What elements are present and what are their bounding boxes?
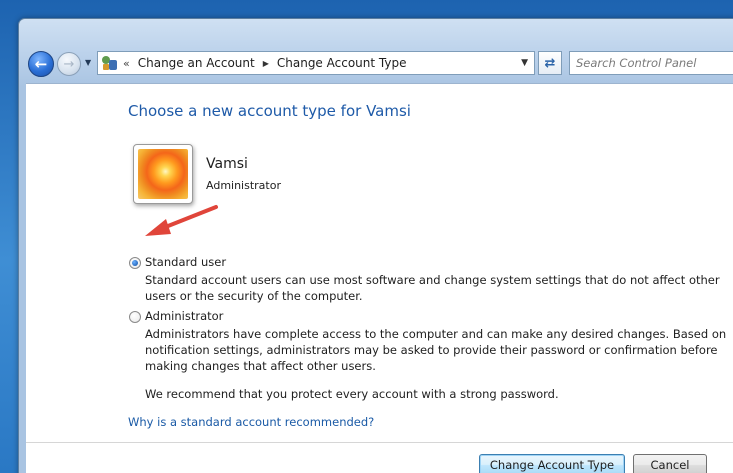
standard-user-radio[interactable] xyxy=(129,257,141,269)
search-box[interactable] xyxy=(569,51,733,75)
breadcrumb-separator-icon[interactable]: ▶ xyxy=(263,59,269,68)
change-account-type-button[interactable]: Change Account Type xyxy=(479,454,625,473)
recent-pages-dropdown-icon[interactable]: ▼ xyxy=(85,58,95,68)
navigation-bar: ← → ▼ « Change an Account ▶ Change Accou… xyxy=(19,47,733,79)
control-panel-icon xyxy=(101,54,119,72)
administrator-radio[interactable] xyxy=(129,311,141,323)
user-account-type: Administrator xyxy=(206,179,281,192)
address-dropdown-icon[interactable]: ▼ xyxy=(521,58,528,68)
standard-user-description: Standard account users can use most soft… xyxy=(145,273,720,303)
control-panel-window: ← → ▼ « Change an Account ▶ Change Accou… xyxy=(18,18,733,473)
administrator-description: Administrators have complete access to t… xyxy=(145,327,727,373)
administrator-label[interactable]: Administrator xyxy=(145,309,223,323)
address-bar[interactable]: « Change an Account ▶ Change Account Typ… xyxy=(97,51,535,75)
user-picture-frame xyxy=(133,144,193,204)
button-divider xyxy=(26,442,733,443)
standard-user-label[interactable]: Standard user xyxy=(145,255,226,269)
password-recommendation: We recommend that you protect every acco… xyxy=(145,387,559,401)
breadcrumb-change-account-type[interactable]: Change Account Type xyxy=(277,56,407,70)
help-link-standard-account[interactable]: Why is a standard account recommended? xyxy=(128,415,374,429)
search-input[interactable] xyxy=(570,52,733,74)
breadcrumb-overflow-icon[interactable]: « xyxy=(123,57,130,70)
user-name: Vamsi xyxy=(206,156,248,172)
main-content: Choose a new account type for Vamsi Vams… xyxy=(26,83,733,473)
breadcrumb-change-an-account[interactable]: Change an Account xyxy=(138,56,255,70)
refresh-icon[interactable]: ⇄ xyxy=(538,51,562,75)
cancel-button[interactable]: Cancel xyxy=(633,454,707,473)
back-arrow-icon[interactable]: ← xyxy=(28,51,54,77)
page-title: Choose a new account type for Vamsi xyxy=(128,102,411,120)
user-avatar-flower-icon xyxy=(138,149,188,199)
forward-arrow-icon[interactable]: → xyxy=(57,52,81,76)
